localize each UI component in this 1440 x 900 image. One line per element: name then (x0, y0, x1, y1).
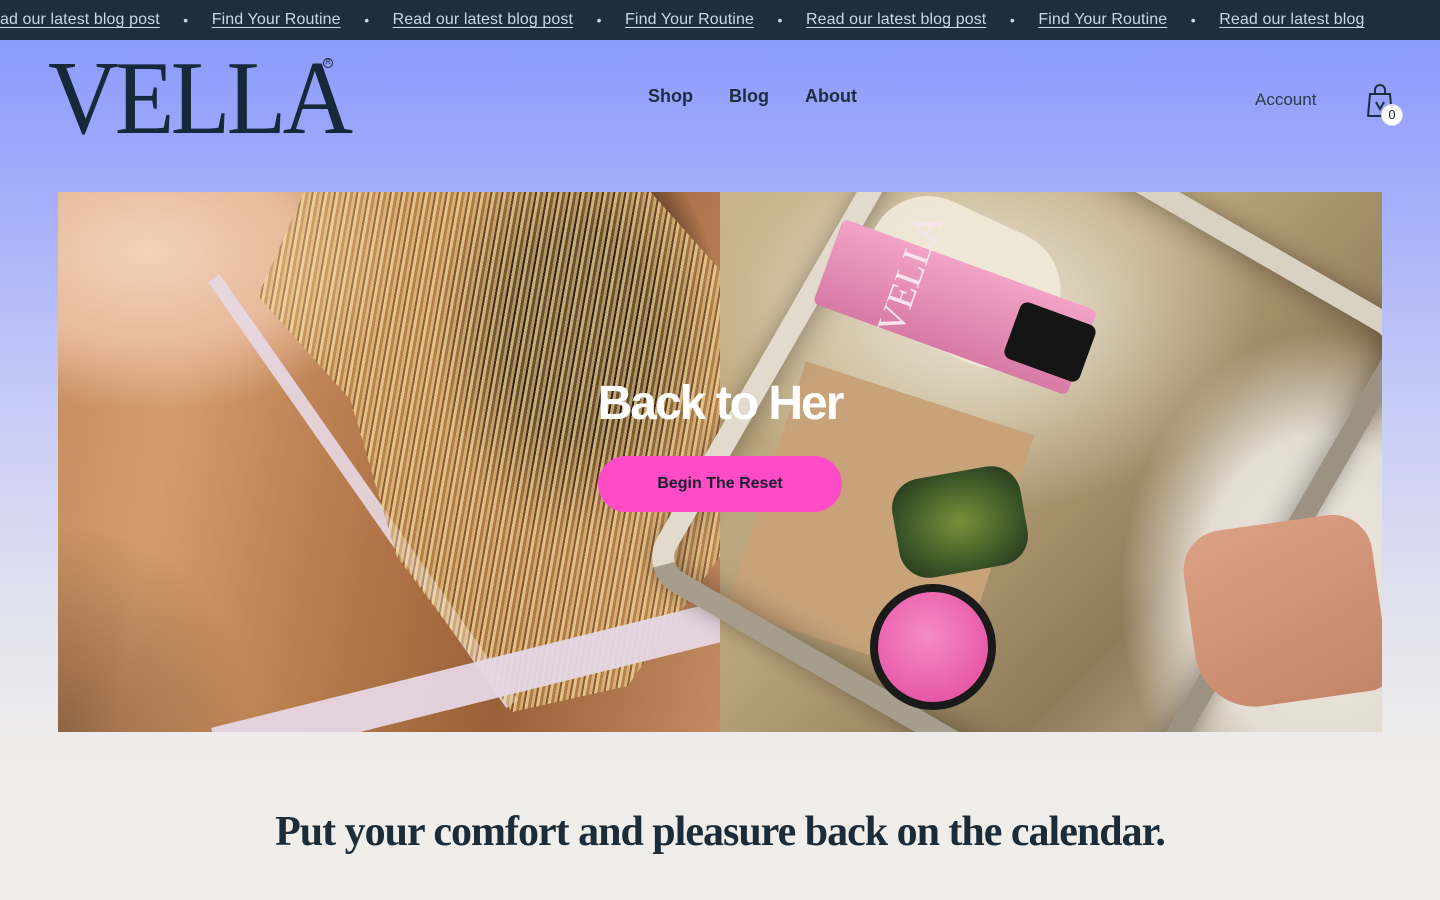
nav-item-about[interactable]: About (805, 86, 857, 107)
announcement-link-blog[interactable]: ead our latest blog post (0, 11, 160, 29)
announcement-link-blog[interactable]: Read our latest blog (1219, 11, 1364, 29)
begin-reset-button[interactable]: Begin The Reset (598, 456, 842, 512)
cart-count-badge: 0 (1381, 104, 1403, 126)
announcement-link-routine[interactable]: Find Your Routine (1038, 11, 1167, 29)
nav-item-blog[interactable]: Blog (729, 86, 769, 107)
announcement-separator: • (1009, 12, 1015, 28)
main-nav: Shop Blog About (648, 86, 857, 107)
announcement-separator: • (777, 12, 783, 28)
announcement-separator: • (1190, 12, 1196, 28)
site-header: VELLA R Shop Blog About Account 0 (0, 40, 1440, 160)
hero-title: Back to Her (597, 377, 845, 430)
site-logo[interactable]: VELLA (48, 45, 353, 150)
announcement-bar: ead our latest blog post • Find Your Rou… (0, 0, 1440, 40)
announcement-link-routine[interactable]: Find Your Routine (625, 11, 754, 29)
announcement-link-routine[interactable]: Find Your Routine (212, 11, 341, 29)
nav-item-shop[interactable]: Shop (648, 86, 693, 107)
section-tagline: Put your comfort and pleasure back on th… (275, 809, 1166, 855)
account-link[interactable]: Account (1255, 90, 1316, 110)
announcement-separator: • (183, 12, 189, 28)
announcement-separator: • (364, 12, 370, 28)
registered-mark: R (323, 58, 333, 68)
announcement-link-blog[interactable]: Read our latest blog post (393, 11, 573, 29)
cart-button[interactable]: 0 (1364, 82, 1404, 126)
announcement-separator: • (596, 12, 602, 28)
announcement-link-blog[interactable]: Read our latest blog post (806, 11, 986, 29)
hero-banner: VELLA Back to Her Begin The Reset (58, 192, 1382, 732)
announcement-track: ead our latest blog post • Find Your Rou… (0, 0, 1364, 40)
